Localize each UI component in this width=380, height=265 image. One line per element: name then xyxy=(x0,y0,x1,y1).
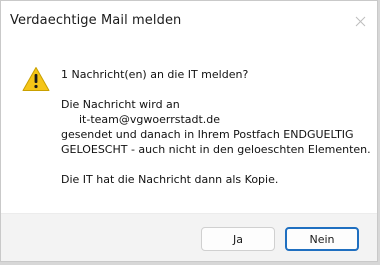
dialog-body: 1 Nachricht(en) an die IT melden? Die Na… xyxy=(1,41,377,213)
no-button[interactable]: Nein xyxy=(285,227,359,251)
message-question: 1 Nachricht(en) an die IT melden? xyxy=(61,68,249,81)
yes-button[interactable]: Ja xyxy=(201,227,275,251)
recipient-address: it-team@vgwoerrstadt.de xyxy=(79,113,221,126)
message-intro: Die Nachricht wird an xyxy=(61,98,180,111)
message-text: 1 Nachricht(en) an die IT melden? Die Na… xyxy=(61,67,371,187)
window-title: Verdaechtige Mail melden xyxy=(10,13,182,28)
dialog-window: Verdaechtige Mail melden 1 Nachricht(en)… xyxy=(0,0,378,262)
button-bar: Ja Nein xyxy=(1,213,377,261)
message-detail-1: gesendet und danach in Ihrem Postfach EN… xyxy=(61,128,354,141)
close-button[interactable] xyxy=(351,12,369,30)
message-detail-2: GELOESCHT - auch nicht in den geloeschte… xyxy=(61,143,371,156)
close-icon xyxy=(355,16,365,26)
message-note: Die IT hat die Nachricht dann als Kopie. xyxy=(61,173,279,186)
warning-icon xyxy=(22,67,50,91)
title-bar: Verdaechtige Mail melden xyxy=(1,1,377,41)
